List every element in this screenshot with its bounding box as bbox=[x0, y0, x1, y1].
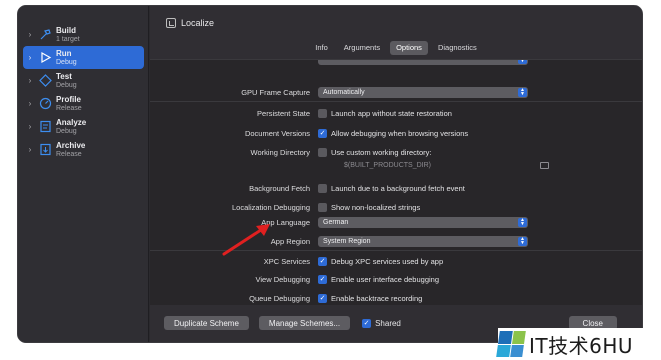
checkbox-label: Enable backtrace recording bbox=[331, 293, 423, 303]
popup-arrows-icon: ▲▼ bbox=[518, 217, 527, 227]
tab-arguments[interactable]: Arguments bbox=[338, 41, 386, 55]
wrench-icon bbox=[38, 74, 52, 88]
duplicate-scheme-button[interactable]: Duplicate Scheme bbox=[164, 316, 249, 330]
target-icon bbox=[166, 18, 176, 28]
sidebar-item-archive[interactable]: › Archive Release bbox=[23, 138, 144, 161]
row-label: Background Fetch bbox=[249, 183, 310, 193]
document-versions-checkbox[interactable]: ✓ bbox=[318, 128, 327, 138]
chevron-right-icon[interactable]: › bbox=[25, 99, 35, 108]
chevron-right-icon[interactable]: › bbox=[25, 145, 35, 154]
sidebar-item-title: Analyze bbox=[56, 117, 87, 127]
tab-options[interactable]: Options bbox=[390, 41, 428, 55]
watermark-text: IT技术6HU bbox=[529, 333, 634, 358]
hammer-icon bbox=[38, 28, 52, 42]
sidebar-item-subtitle: Debug bbox=[56, 81, 77, 89]
checkbox-label: Enable user interface debugging bbox=[331, 274, 439, 284]
analyze-icon bbox=[38, 120, 52, 134]
row-label: Document Versions bbox=[244, 128, 310, 138]
xpc-services-checkbox[interactable]: ✓ bbox=[318, 256, 327, 266]
chevron-right-icon[interactable]: › bbox=[25, 122, 35, 131]
shared-checkbox[interactable]: ✓ bbox=[362, 318, 372, 328]
checkbox-label: Debug XPC services used by app bbox=[331, 256, 444, 266]
popup-arrows-icon: ▲▼ bbox=[518, 87, 527, 97]
checkbox-label: Use custom working directory: bbox=[331, 147, 432, 157]
archive-icon bbox=[38, 143, 52, 157]
queue-debugging-checkbox[interactable]: ✓ bbox=[318, 293, 327, 303]
scheme-action-sidebar: › Build 1 target › Run Debug › Test Debu… bbox=[18, 6, 149, 342]
popup-value: System Region bbox=[323, 237, 371, 245]
sidebar-item-title: Profile bbox=[56, 94, 81, 104]
manage-schemes-button[interactable]: Manage Schemes... bbox=[258, 316, 351, 330]
row-label: View Debugging bbox=[255, 274, 311, 284]
sidebar-item-subtitle: 1 target bbox=[56, 35, 80, 43]
popup-arrows-icon: ▲▼ bbox=[518, 60, 527, 64]
sidebar-item-analyze[interactable]: › Analyze Debug bbox=[23, 115, 144, 138]
row-view-debugging: View Debugging ✓ Enable user interface d… bbox=[150, 271, 642, 287]
row-document-versions: Document Versions ✓ Allow debugging when… bbox=[150, 125, 642, 141]
popup-value: German bbox=[323, 218, 349, 226]
tab-bar: Info Arguments Options Diagnostics bbox=[150, 41, 642, 57]
background-fetch-checkbox[interactable] bbox=[318, 183, 327, 193]
sidebar-item-title: Test bbox=[56, 71, 72, 81]
persistent-state-checkbox[interactable] bbox=[318, 108, 327, 118]
popup-arrows-icon: ▲▼ bbox=[518, 236, 527, 246]
folder-icon[interactable] bbox=[540, 162, 549, 169]
title-bar: Localize bbox=[150, 6, 642, 40]
sidebar-item-subtitle: Debug bbox=[56, 58, 77, 66]
chevron-right-icon[interactable]: › bbox=[25, 53, 35, 62]
working-directory-path-field[interactable]: $(BUILT_PRODUCTS_DIR) bbox=[339, 159, 551, 172]
tab-info[interactable]: Info bbox=[309, 41, 334, 55]
checkbox-label: Launch app without state restoration bbox=[331, 108, 452, 118]
sidebar-item-test[interactable]: › Test Debug bbox=[23, 69, 144, 92]
annotation-arrow-icon bbox=[222, 224, 270, 256]
gpu-frame-capture-popup[interactable]: Automatically ▲ ▼ bbox=[318, 86, 528, 98]
play-icon bbox=[38, 51, 52, 65]
shared-label: Shared bbox=[375, 318, 401, 328]
sidebar-item-profile[interactable]: › Profile Release bbox=[23, 92, 144, 115]
row-background-fetch: Background Fetch Launch due to a backgro… bbox=[150, 180, 642, 196]
row-queue-debugging: Queue Debugging ✓ Enable backtrace recor… bbox=[150, 290, 642, 305]
localization-debugging-checkbox[interactable] bbox=[318, 202, 327, 212]
sidebar-item-subtitle: Debug bbox=[56, 127, 77, 135]
sidebar-item-title: Archive bbox=[56, 140, 86, 150]
options-form: ▲▼ GPU Frame Capture Automatically ▲▼ Pe… bbox=[150, 59, 642, 305]
watermark: IT技术6HU bbox=[496, 328, 658, 360]
sidebar-item-title: Build bbox=[56, 25, 76, 35]
tab-diagnostics[interactable]: Diagnostics bbox=[432, 41, 483, 55]
sidebar-item-subtitle: Release bbox=[56, 150, 82, 158]
storekit-configuration-popup[interactable]: ▲▼ bbox=[318, 60, 528, 65]
chevron-right-icon[interactable]: › bbox=[25, 76, 35, 85]
popup-value: Automatically bbox=[323, 88, 365, 96]
row-label: Persistent State bbox=[257, 108, 310, 118]
window-title: Localize bbox=[181, 18, 215, 28]
row-persistent-state: Persistent State Launch app without stat… bbox=[150, 105, 642, 121]
sidebar-item-title: Run bbox=[56, 48, 72, 58]
checkbox-label: Allow debugging when browsing versions bbox=[331, 128, 469, 138]
working-directory-checkbox[interactable] bbox=[318, 147, 327, 157]
chevron-right-icon[interactable]: › bbox=[25, 30, 35, 39]
divider bbox=[150, 101, 642, 102]
app-region-popup[interactable]: System Region ▲ ▼ bbox=[318, 235, 528, 247]
path-placeholder: $(BUILT_PRODUCTS_DIR) bbox=[344, 162, 431, 169]
shared-toggle[interactable]: ✓ Shared bbox=[362, 318, 401, 328]
app-language-popup[interactable]: German ▲ ▼ bbox=[318, 216, 528, 228]
row-label: GPU Frame Capture bbox=[241, 87, 310, 97]
sidebar-item-build[interactable]: › Build 1 target bbox=[23, 23, 144, 46]
scheme-editor-window: › Build 1 target › Run Debug › Test Debu… bbox=[17, 5, 643, 343]
scheme-editor-main: Localize Info Arguments Options Diagnost… bbox=[150, 6, 642, 342]
row-localization-debugging: Localization Debugging Show non-localize… bbox=[150, 199, 642, 215]
sidebar-item-run[interactable]: › Run Debug bbox=[23, 46, 144, 69]
watermark-logo bbox=[496, 331, 526, 357]
row-label: Localization Debugging bbox=[232, 202, 310, 212]
row-label: Working Directory bbox=[250, 147, 310, 157]
gauge-icon bbox=[38, 97, 52, 111]
row-label: Queue Debugging bbox=[249, 293, 310, 303]
checkbox-label: Show non-localized strings bbox=[331, 202, 421, 212]
row-storekit-configuration: ▲▼ bbox=[150, 60, 642, 67]
view-debugging-checkbox[interactable]: ✓ bbox=[318, 274, 327, 284]
checkbox-label: Launch due to a background fetch event bbox=[331, 183, 465, 193]
row-working-directory: Working Directory Use custom working dir… bbox=[150, 144, 642, 160]
row-gpu-frame-capture: GPU Frame Capture Automatically ▲ ▼ bbox=[150, 84, 642, 100]
sidebar-item-subtitle: Release bbox=[56, 104, 82, 112]
